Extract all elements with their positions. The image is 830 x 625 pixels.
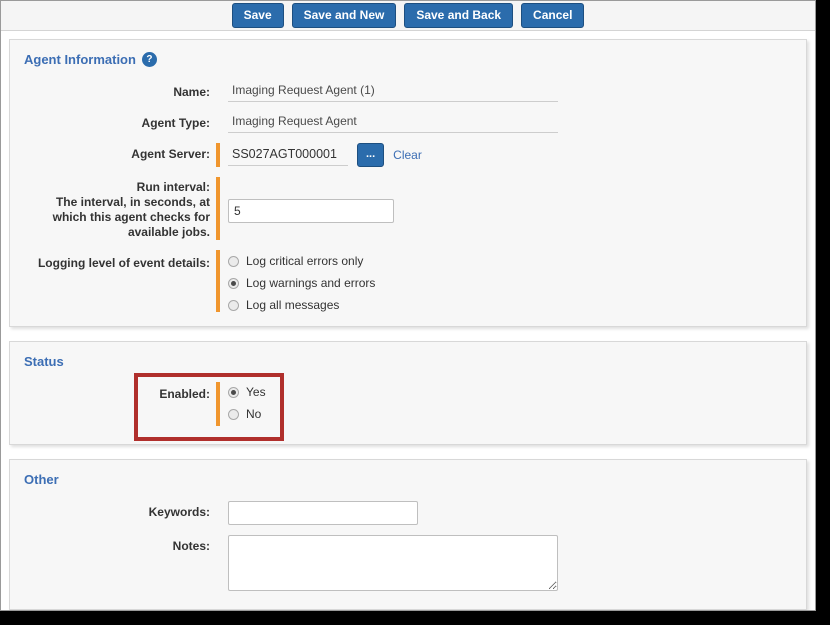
logging-level-field-wrap: Log critical errors only Log warnings an… [220, 252, 792, 312]
keywords-input[interactable] [228, 501, 418, 525]
radio-icon-critical[interactable] [228, 255, 239, 267]
logging-level-option-all[interactable]: Log all messages [228, 298, 375, 312]
run-interval-label-line3: which this agent checks for [52, 210, 210, 224]
agent-information-panel: Agent Information ? Name: Agent Type: [9, 39, 807, 327]
radio-icon-all[interactable] [228, 299, 239, 311]
run-interval-label-line1: Run interval: [136, 180, 210, 194]
agent-server-row: Agent Server: ... Clear [24, 143, 792, 167]
notes-textarea[interactable] [228, 535, 558, 591]
status-title-text: Status [24, 354, 64, 369]
logging-level-option-all-label: Log all messages [246, 298, 340, 312]
agent-type-row: Agent Type: [24, 112, 792, 133]
name-input[interactable] [228, 81, 558, 102]
notes-field-wrap [220, 535, 792, 591]
agent-type-label: Agent Type: [141, 116, 210, 130]
keywords-row: Keywords: [24, 501, 792, 525]
logging-level-option-critical-label: Log critical errors only [246, 254, 364, 268]
enabled-row: Enabled: Yes No [24, 382, 792, 426]
run-interval-input[interactable] [228, 199, 394, 223]
agent-server-clear-link[interactable]: Clear [393, 148, 422, 162]
cancel-button[interactable]: Cancel [521, 3, 585, 28]
agent-type-input[interactable] [228, 112, 558, 133]
run-interval-row: Run interval: The interval, in seconds, … [24, 177, 792, 240]
other-panel: Other Keywords: Notes: [9, 459, 807, 610]
logging-level-option-warnings[interactable]: Log warnings and errors [228, 276, 375, 290]
enabled-option-no-label: No [246, 407, 262, 421]
agent-server-input[interactable] [228, 144, 348, 166]
agent-type-field-wrap [220, 112, 792, 133]
run-interval-label-line2: The interval, in seconds, at [55, 195, 210, 209]
other-title: Other [24, 472, 792, 487]
run-interval-label-line4: available jobs. [127, 225, 210, 239]
enabled-option-no[interactable]: No [228, 407, 266, 421]
action-toolbar: Save Save and New Save and Back Cancel [1, 1, 815, 31]
enabled-field-wrap: Yes No [220, 383, 792, 421]
notes-label: Notes: [172, 539, 210, 553]
name-field-wrap [220, 81, 792, 102]
agent-information-title: Agent Information ? [24, 52, 792, 67]
enabled-radio-group: Yes No [228, 383, 266, 421]
agent-server-field-wrap: ... Clear [220, 143, 792, 167]
agent-settings-page: Save Save and New Save and Back Cancel A… [0, 0, 816, 611]
radio-icon-yes[interactable] [228, 386, 239, 398]
run-interval-label: Run interval: The interval, in seconds, … [24, 177, 210, 240]
save-and-back-button[interactable]: Save and Back [404, 3, 514, 28]
keywords-field-wrap [220, 501, 792, 525]
agent-server-browse-button[interactable]: ... [357, 143, 385, 167]
logging-level-row: Logging level of event details: Log crit… [24, 250, 792, 312]
status-title: Status [24, 354, 792, 369]
enabled-option-yes[interactable]: Yes [228, 385, 266, 399]
other-title-text: Other [24, 472, 59, 487]
status-row-wrap: Enabled: Yes No [24, 373, 792, 441]
radio-icon-no[interactable] [228, 408, 239, 420]
logging-level-label: Logging level of event details: [37, 256, 210, 270]
logging-level-radio-group: Log critical errors only Log warnings an… [228, 252, 375, 312]
keywords-label: Keywords: [148, 505, 210, 519]
help-question-icon[interactable]: ? [141, 52, 157, 67]
logging-level-option-critical[interactable]: Log critical errors only [228, 254, 375, 268]
logging-level-option-warnings-label: Log warnings and errors [246, 276, 376, 290]
notes-row: Notes: [24, 535, 792, 591]
save-and-new-button[interactable]: Save and New [291, 3, 397, 28]
form-content: Agent Information ? Name: Agent Type: [1, 31, 815, 610]
panel-title-text: Agent Information [24, 52, 136, 67]
enabled-label: Enabled: [159, 387, 210, 401]
run-interval-field-wrap [220, 177, 792, 223]
name-label: Name: [173, 85, 210, 99]
agent-server-label: Agent Server: [131, 147, 210, 161]
name-row: Name: [24, 81, 792, 102]
save-button[interactable]: Save [231, 3, 284, 28]
status-panel: Status Enabled: Yes No [9, 341, 807, 445]
enabled-option-yes-label: Yes [246, 385, 266, 399]
radio-icon-warnings[interactable] [228, 277, 239, 289]
